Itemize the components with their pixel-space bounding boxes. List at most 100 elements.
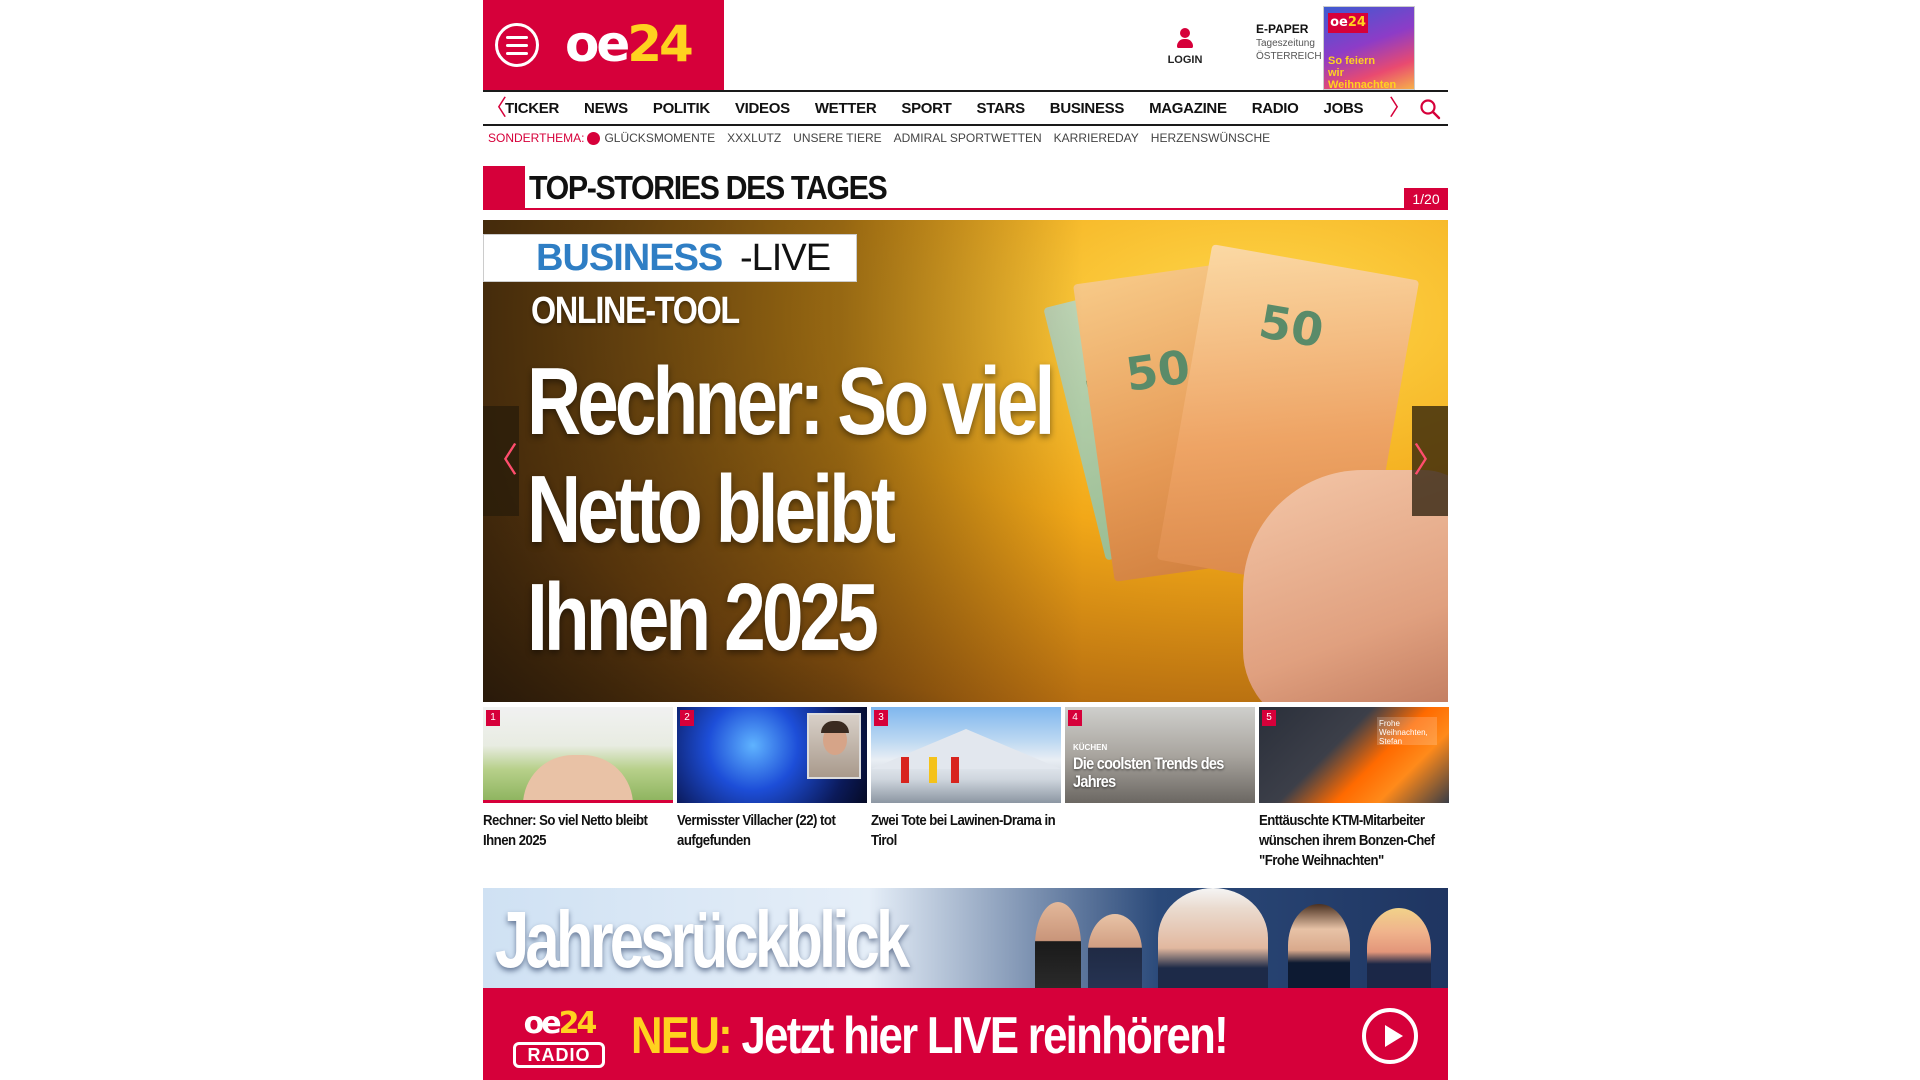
subnav-item-karriereday[interactable]: KARRIEREDAY [1054,131,1139,145]
epaper-cover-logo-text: oe [1330,15,1348,30]
radio-cta: NEU: Jetzt hier LIVE reinhören! [631,1006,1229,1066]
user-icon [1176,28,1194,50]
epaper-cover-logo: oe24 [1328,13,1368,33]
header: oe24 LOGIN E-PAPER Tageszeitung ÖSTERREI… [483,0,1448,90]
epaper-cover-image[interactable]: oe24 So feiern wir Weihnachten [1323,6,1415,90]
person-photo [1035,902,1081,988]
banknote-number: 50 [1122,339,1194,402]
brand-box: oe24 [483,0,724,90]
subnav-item-herzenswuensche[interactable]: HERZENSWÜNSCHE [1151,131,1270,145]
logo-accent: 24 [627,15,694,73]
rescuer-figure [929,757,937,783]
story-thumb-5[interactable]: 5 Frohe Weihnachten, Stefan Enttäuschte … [1259,707,1449,882]
hero-story[interactable]: 20 50 50 BUSINESS -LIVE ONLINE-TOOL Rech… [483,220,1448,702]
thumb-caption[interactable]: Zwei Tote bei Lawinen-Drama in Tirol [871,811,1058,851]
site-logo[interactable]: oe24 [565,12,694,76]
rescuer-figure [901,757,909,783]
portrait-photo [807,713,861,779]
search-icon[interactable] [1419,98,1441,120]
subnav-item-admiral-sportwetten[interactable]: ADMIRAL SPORTWETTEN [894,131,1042,145]
business-live-badge: BUSINESS -LIVE [483,234,857,282]
thumb-number: 5 [1262,710,1276,726]
thumb-overlay-label: KÜCHEN [1073,743,1108,752]
radio-live-bar[interactable]: oe24 RADIO NEU: Jetzt hier LIVE reinhöre… [483,988,1448,1080]
story-thumb-2[interactable]: 2 Vermisster Villacher (22) tot aufgefun… [677,707,867,882]
story-thumb-4[interactable]: 4 KÜCHEN Die coolsten Trends des Jahres [1065,707,1255,882]
login-button[interactable]: LOGIN [1163,28,1207,66]
menu-icon-bar [506,51,528,55]
person-photo [1088,914,1142,988]
radio-logo-accent: 24 [558,1006,598,1041]
rescuer-figure [951,757,959,783]
heart-icon [587,131,601,145]
subnav-item-gluecksmomente[interactable]: GLÜCKSMOMENTE [604,131,715,145]
thumb-caption[interactable]: Rechner: So viel Netto bleibt Ihnen 2025 [483,811,670,851]
thumb-image: 4 KÜCHEN Die coolsten Trends des Jahres [1065,707,1255,803]
banknote-number: 50 [1255,294,1328,359]
slide-counter: 1/20 [1404,188,1448,210]
epaper-cover-logo-accent: 24 [1347,15,1366,30]
radio-cta-new: NEU: [631,1007,733,1065]
radio-logo-sub: RADIO [513,1042,605,1068]
nav-item-ticker[interactable]: TICKER [505,100,559,117]
section-underline [525,208,1448,210]
subnav-item-xxxlutz[interactable]: XXXLUTZ [727,131,781,145]
thumb-image: 2 [677,707,867,803]
jahresrueckblick-banner[interactable]: Jahresrückblick [483,888,1448,988]
nav-item-business[interactable]: BUSINESS [1050,100,1125,117]
nav-item-radio[interactable]: RADIO [1252,100,1299,117]
radio-logo-main: oe [523,1006,562,1041]
hamburger-menu-button[interactable] [495,23,539,67]
story-thumb-3[interactable]: 3 Zwei Tote bei Lawinen-Drama in Tirol [871,707,1061,882]
radio-logo: oe24 RADIO [513,1008,605,1070]
thumb-number: 3 [874,710,888,726]
nav-item-sport[interactable]: SPORT [901,100,951,117]
nav-item-politik[interactable]: POLITIK [653,100,710,117]
person-photo [1367,908,1431,988]
play-icon[interactable] [1362,1008,1418,1064]
thumb-caption[interactable]: Enttäuschte KTM-Mitarbeiter wünschen ihr… [1259,811,1446,871]
person-photo [1158,888,1268,988]
hero-kicker: ONLINE-TOOL [531,290,740,332]
thumb-number: 4 [1068,710,1082,726]
story-thumbnails: 1 Rechner: So viel Netto bleibt Ihnen 20… [483,707,1449,882]
thumb-sign-text: Frohe Weihnachten, Stefan [1377,717,1437,746]
nav-item-videos[interactable]: VIDEOS [735,100,790,117]
nav-list: TICKER NEWS POLITIK VIDEOS WETTER SPORT … [505,92,1388,124]
banner-title: Jahresrückblick [495,895,910,984]
story-thumb-1[interactable]: 1 Rechner: So viel Netto bleibt Ihnen 20… [483,707,673,882]
nav-item-news[interactable]: NEWS [584,100,628,117]
subnav-item-unsere-tiere[interactable]: UNSERE TIERE [793,131,881,145]
nav-prev-arrow[interactable]: 〈 [485,96,507,120]
hero-next-button[interactable]: 〉 [1412,406,1448,516]
epaper-cover-headline: So feiern wir Weihnachten [1328,55,1397,90]
nav-next-arrow[interactable]: 〉 [1389,96,1411,120]
nav-item-magazine[interactable]: MAGAZINE [1149,100,1227,117]
radio-logo-text: oe24 [517,1008,601,1040]
badge-live: -LIVE [740,237,831,279]
nav-item-wetter[interactable]: WETTER [815,100,877,117]
person-photo [1288,904,1350,988]
top-stories-heading: TOP-STORIES DES TAGES 1/20 [483,166,1448,212]
thumb-overlay-title: Die coolsten Trends des Jahres [1073,754,1224,791]
thumb-image: 1 [483,707,673,803]
active-indicator [483,800,673,803]
menu-icon-bar [506,35,528,39]
thumb-caption[interactable]: Vermisster Villacher (22) tot aufgefunde… [677,811,864,851]
logo-text: oe [565,15,630,73]
thumb-image: 5 Frohe Weihnachten, Stefan [1259,707,1449,803]
mountain-shape [871,729,1061,769]
nav-item-jobs[interactable]: JOBS [1324,100,1364,117]
radio-cta-text: Jetzt hier LIVE reinhören! [731,1007,1228,1065]
section-title: TOP-STORIES DES TAGES [529,169,888,206]
section-accent-block [483,166,525,210]
thumb-number: 1 [486,710,500,726]
hero-prev-button[interactable]: 〈 [483,406,519,516]
nav-item-stars[interactable]: STARS [977,100,1026,117]
login-label: LOGIN [1167,54,1203,66]
menu-icon-bar [506,43,528,47]
sub-nav: SONDERTHEMA: GLÜCKSMOMENTE XXXLUTZ UNSER… [483,126,1448,150]
hero-headline[interactable]: Rechner: So viel Netto bleibt Ihnen 2025 [527,348,1073,672]
thumb-image: 3 [871,707,1061,803]
subnav-label: SONDERTHEMA: [488,131,585,145]
